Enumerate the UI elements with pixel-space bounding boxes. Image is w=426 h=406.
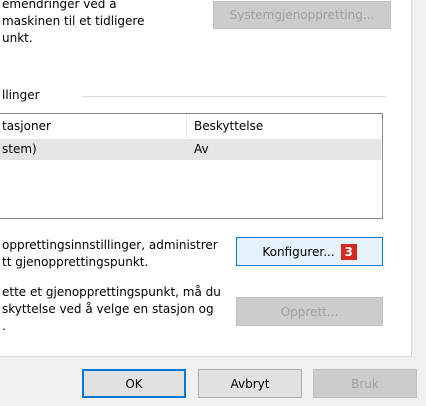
configure-button-label: Konfigurer... bbox=[262, 244, 335, 259]
create-desc-line-3: . bbox=[2, 319, 6, 333]
ok-button[interactable]: OK bbox=[82, 369, 186, 398]
configure-desc-line-2: tt gjenopprettingspunkt. bbox=[2, 255, 149, 269]
system-restore-button[interactable]: Systemgjenoppretting... bbox=[213, 1, 391, 29]
cancel-button[interactable]: Avbryt bbox=[198, 369, 302, 398]
system-restore-desc-line-3: unkt. bbox=[2, 31, 33, 45]
column-header-protection[interactable]: Beskyttelse bbox=[194, 114, 263, 138]
column-header-drives[interactable]: tasjoner bbox=[2, 114, 51, 138]
table-row[interactable]: stem) Av bbox=[0, 139, 381, 160]
configure-button[interactable]: Konfigurer... 3 bbox=[236, 237, 383, 266]
step-number-badge: 3 bbox=[340, 243, 357, 260]
dialog-edge bbox=[413, 0, 426, 357]
protection-settings-group-title: llinger bbox=[2, 88, 40, 102]
column-separator[interactable] bbox=[186, 114, 187, 138]
protection-status-cell: Av bbox=[194, 142, 209, 156]
drive-name-cell: stem) bbox=[2, 142, 37, 156]
group-divider bbox=[82, 96, 386, 97]
create-desc-line-2: skyttelse ved å velge en stasjon og bbox=[2, 302, 214, 316]
create-restore-point-button[interactable]: Opprett... bbox=[236, 297, 383, 326]
system-restore-desc-line-2: maskinen til et tidligere bbox=[2, 14, 145, 28]
apply-button[interactable]: Bruk bbox=[313, 369, 417, 398]
configure-desc-line-1: opprettingsinnstillinger, administrer bbox=[2, 238, 218, 252]
system-restore-desc-line-1: emendringer ved å bbox=[2, 0, 117, 11]
create-desc-line-1: ette et gjenopprettingspunkt, må du bbox=[2, 285, 221, 299]
drives-table[interactable]: tasjoner Beskyttelse stem) Av bbox=[0, 113, 383, 219]
